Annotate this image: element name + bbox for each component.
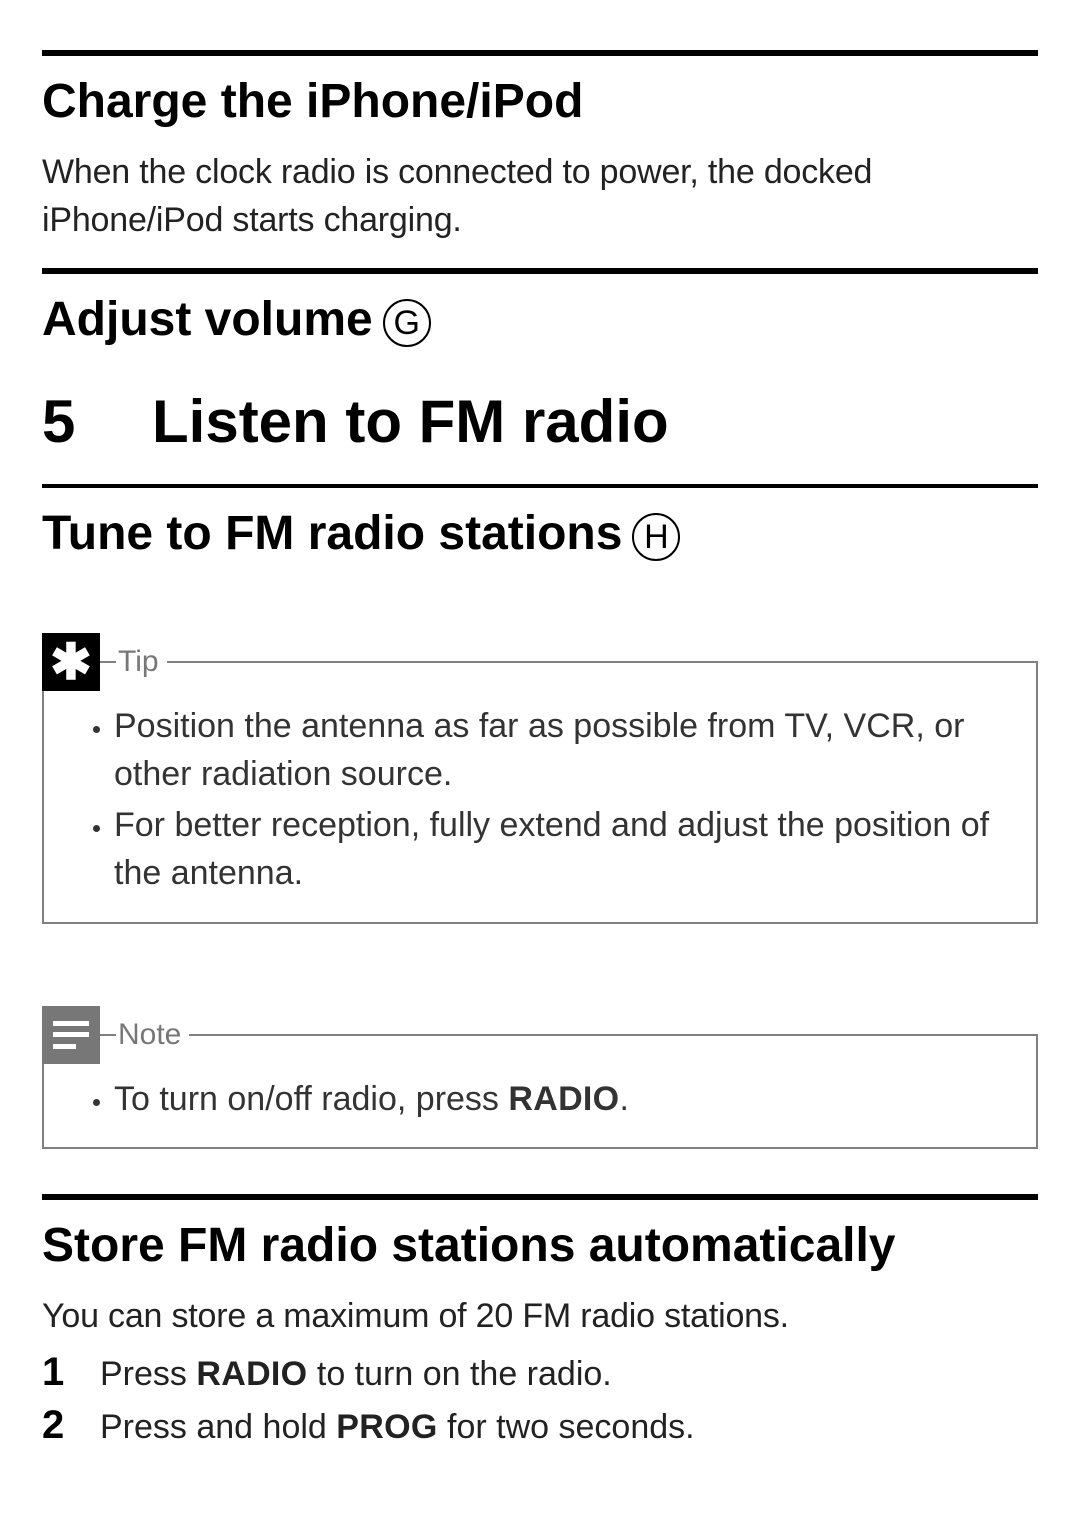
heading-store-fm-auto: Store FM radio stations automatically — [42, 1218, 1038, 1273]
heading-text: Store FM radio stations automatically — [42, 1218, 896, 1273]
note-callout: Note To turn on/off radio, press RADIO. — [42, 1034, 1038, 1150]
heading-text: Tune to FM radio stations — [42, 506, 622, 561]
note-item: To turn on/off radio, press RADIO. — [114, 1076, 1011, 1124]
step-row: 1 Press RADIO to turn on the radio. — [42, 1349, 1038, 1400]
heading-text: Adjust volume — [42, 292, 373, 347]
tip-label: Tip — [116, 645, 167, 679]
step-keyword: PROG — [336, 1408, 437, 1446]
paragraph-store-intro: You can store a maximum of 20 FM radio s… — [42, 1293, 1038, 1341]
asterisk-icon: ✱ — [42, 633, 100, 691]
tip-item: Position the antenna as far as possible … — [114, 703, 1011, 798]
note-text-suffix: . — [619, 1080, 628, 1118]
chapter-number: 5 — [42, 387, 152, 456]
step-number: 1 — [42, 1350, 72, 1395]
step-row: 2 Press and hold PROG for two seconds. — [42, 1402, 1038, 1453]
note-lines-icon — [42, 1006, 100, 1064]
divider — [42, 1194, 1038, 1200]
steps-list: 1 Press RADIO to turn on the radio. 2 Pr… — [42, 1349, 1038, 1453]
reference-letter-g: G — [383, 299, 431, 347]
note-label: Note — [116, 1018, 189, 1052]
heading-charge-iphone-ipod: Charge the iPhone/iPod — [42, 74, 1038, 129]
divider — [42, 268, 1038, 274]
chapter-heading: 5 Listen to FM radio — [42, 387, 1038, 456]
heading-text: Charge the iPhone/iPod — [42, 74, 583, 129]
step-text: Press and hold PROG for two seconds. — [100, 1402, 695, 1453]
step-keyword: RADIO — [196, 1355, 307, 1393]
tip-callout: ✱ Tip Position the antenna as far as pos… — [42, 661, 1038, 923]
paragraph-charge: When the clock radio is connected to pow… — [42, 149, 1038, 244]
step-text: Press RADIO to turn on the radio. — [100, 1349, 612, 1400]
chapter-title: Listen to FM radio — [152, 387, 669, 456]
note-list: To turn on/off radio, press RADIO. — [44, 1076, 1036, 1124]
reference-letter-h: H — [632, 513, 680, 561]
note-keyword-radio: RADIO — [508, 1080, 619, 1118]
note-text-prefix: To turn on/off radio, press — [114, 1080, 508, 1118]
tip-list: Position the antenna as far as possible … — [44, 703, 1036, 897]
heading-tune-fm: Tune to FM radio stations H — [42, 506, 1038, 561]
tip-item: For better reception, fully extend and a… — [114, 802, 1011, 897]
heading-adjust-volume: Adjust volume G — [42, 292, 1038, 347]
divider — [42, 484, 1038, 488]
step-number: 2 — [42, 1403, 72, 1448]
divider — [42, 50, 1038, 56]
